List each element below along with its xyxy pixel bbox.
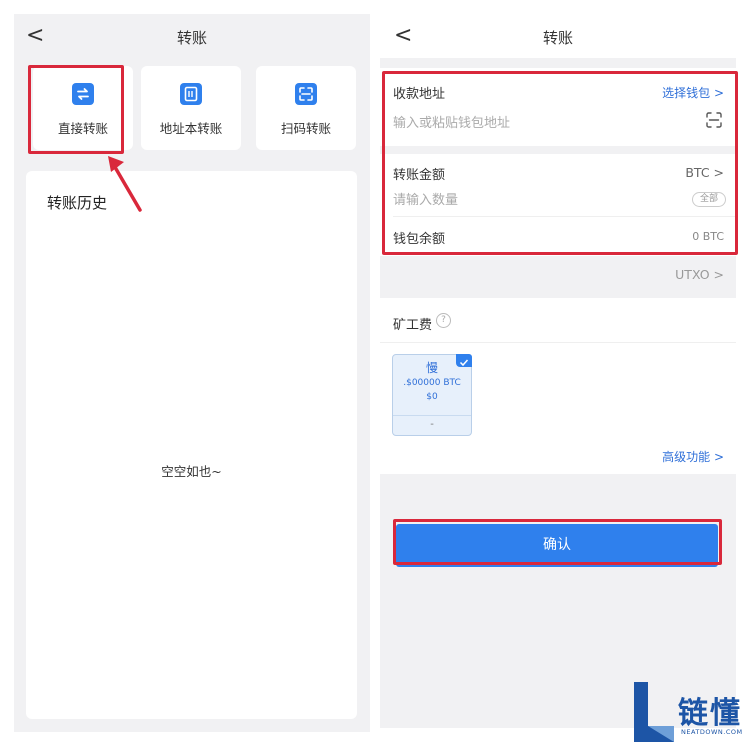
transfer-history-panel: 转账历史 空空如也~ <box>26 171 357 719</box>
address-book-icon <box>180 83 202 105</box>
logo-text-cn: 链懂 <box>678 696 742 731</box>
empty-state-text: 空空如也~ <box>161 464 222 479</box>
history-title: 转账历史 <box>47 194 108 212</box>
scan-icon <box>295 83 317 105</box>
divider <box>393 415 471 416</box>
fee-option-slow[interactable]: 慢 .$00000 BTC $0 - <box>392 354 472 436</box>
right-topbar: < 转账 <box>380 14 736 58</box>
annotation-arrow-icon <box>108 156 142 212</box>
address-book-transfer-button[interactable]: 地址本转账 <box>141 66 241 150</box>
left-topbar: < 转账 <box>14 14 370 58</box>
scan-transfer-button[interactable]: 扫码转账 <box>256 66 356 150</box>
miner-fee-label: 矿工费 <box>393 318 433 333</box>
divider <box>380 342 736 343</box>
logo-text-en: NEATDOWN.COM <box>681 728 743 736</box>
page-title: 转账 <box>176 29 207 47</box>
highlight-box-confirm <box>393 519 722 565</box>
help-icon[interactable]: ? <box>436 313 451 328</box>
fee-usd: $0 <box>426 392 438 402</box>
logo-mark-icon <box>634 682 674 742</box>
watermark-logo: 链懂 NEATDOWN.COM <box>632 680 747 744</box>
scan-transfer-label: 扫码转账 <box>280 121 331 136</box>
advanced-features-link[interactable]: 高级功能 > <box>662 448 724 465</box>
highlight-box-form <box>382 71 738 255</box>
fee-speed: 慢 <box>425 361 438 375</box>
page-title: 转账 <box>542 29 573 47</box>
utxo-link[interactable]: UTXO > <box>675 267 724 282</box>
highlight-box-direct-transfer <box>28 65 124 154</box>
fee-amount: .$00000 BTC <box>403 378 461 388</box>
fee-time: - <box>430 419 434 430</box>
address-book-transfer-label: 地址本转账 <box>159 121 223 136</box>
